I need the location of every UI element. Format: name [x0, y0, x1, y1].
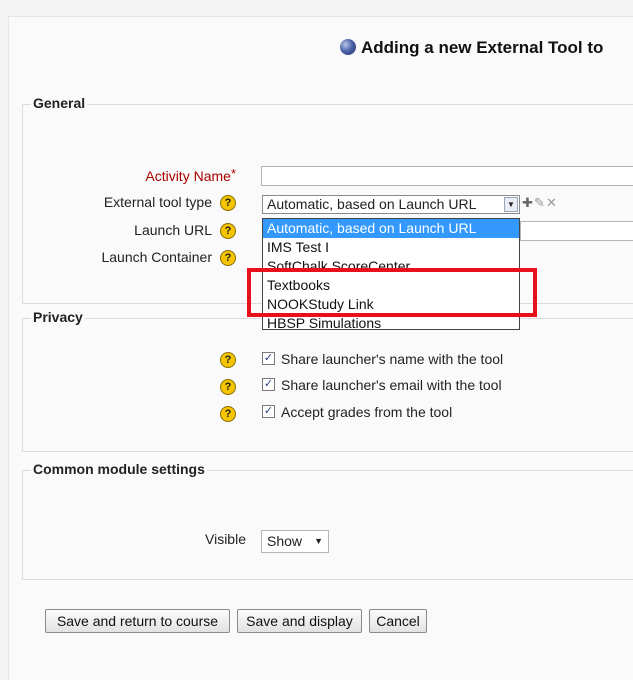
- common-settings-legend: Common module settings: [31, 461, 207, 477]
- launch-container-label: Launch Container: [101, 249, 212, 265]
- share-name-checkbox[interactable]: ✓: [262, 352, 275, 365]
- help-icon[interactable]: ?: [220, 352, 236, 368]
- share-name-label: Share launcher's name with the tool: [281, 351, 504, 367]
- tool-type-select[interactable]: Automatic, based on Launch URL ▼: [262, 195, 520, 214]
- privacy-legend: Privacy: [31, 309, 85, 325]
- dropdown-option[interactable]: Automatic, based on Launch URL: [263, 219, 519, 238]
- help-icon[interactable]: ?: [220, 223, 236, 239]
- dropdown-option[interactable]: IMS Test I: [263, 238, 519, 257]
- common-settings-fieldset: Common module settings: [22, 461, 633, 580]
- activity-name-label: Activity Name*: [145, 166, 236, 184]
- required-mark: *: [230, 166, 236, 181]
- edit-icon[interactable]: ✎: [534, 195, 545, 211]
- globe-icon: [340, 39, 356, 55]
- accept-grades-checkbox[interactable]: ✓: [262, 405, 275, 418]
- save-and-return-button[interactable]: Save and return to course: [45, 609, 230, 633]
- help-icon[interactable]: ?: [220, 195, 236, 211]
- save-and-display-button[interactable]: Save and display: [237, 609, 362, 633]
- tool-type-selected-value: Automatic, based on Launch URL: [267, 196, 477, 212]
- delete-icon[interactable]: ✕: [546, 195, 557, 211]
- visible-label: Visible: [205, 531, 246, 547]
- share-email-checkbox[interactable]: ✓: [262, 378, 275, 391]
- activity-name-input[interactable]: [261, 166, 633, 186]
- help-icon[interactable]: ?: [220, 406, 236, 422]
- activity-name-label-text: Activity Name: [145, 168, 231, 184]
- highlight-box: [247, 268, 537, 317]
- share-email-label: Share launcher's email with the tool: [281, 377, 502, 393]
- general-legend: General: [31, 95, 88, 111]
- launch-url-label: Launch URL: [134, 222, 212, 238]
- add-icon[interactable]: ✚: [522, 195, 533, 211]
- visible-select[interactable]: Show ▼: [261, 530, 329, 553]
- help-icon[interactable]: ?: [220, 379, 236, 395]
- tool-type-label: External tool type: [103, 194, 212, 210]
- visible-select-value: Show: [267, 533, 303, 549]
- help-icon[interactable]: ?: [220, 250, 236, 266]
- page-title-text: Adding a new External Tool to: [361, 38, 604, 57]
- accept-grades-label: Accept grades from the tool: [281, 404, 453, 420]
- page-title: Adding a new External Tool to: [340, 38, 603, 58]
- launch-url-input[interactable]: [520, 221, 633, 241]
- chevron-down-icon: ▼: [314, 536, 323, 546]
- cancel-button[interactable]: Cancel: [369, 609, 427, 633]
- chevron-down-icon[interactable]: ▼: [504, 197, 518, 212]
